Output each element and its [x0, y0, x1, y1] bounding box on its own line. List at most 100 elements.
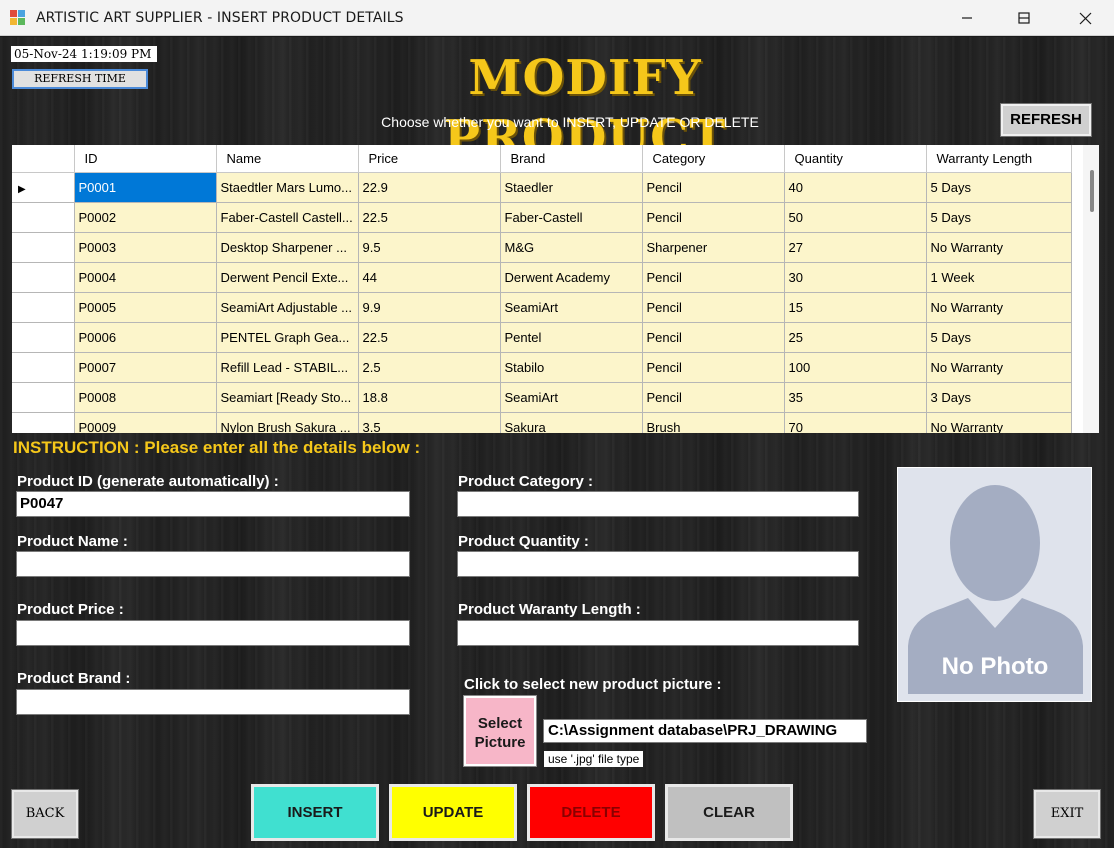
row-header[interactable]: [12, 232, 75, 263]
cell-warranty[interactable]: No Warranty: [926, 292, 1072, 323]
cell-brand[interactable]: SeamiArt: [500, 382, 643, 413]
product-name-field[interactable]: [16, 551, 410, 577]
column-header-quantity[interactable]: Quantity: [784, 145, 927, 173]
cell-quantity[interactable]: 70: [784, 412, 927, 433]
product-quantity-field[interactable]: [457, 551, 859, 577]
cell-category[interactable]: Brush: [642, 412, 785, 433]
exit-button[interactable]: EXIT: [1033, 789, 1101, 839]
cell-category[interactable]: Sharpener: [642, 232, 785, 263]
cell-name[interactable]: SeamiArt Adjustable ...: [216, 292, 359, 323]
cell-brand[interactable]: Staedler: [500, 172, 643, 203]
cell-id[interactable]: P0007: [74, 352, 217, 383]
cell-id[interactable]: P0004: [74, 262, 217, 293]
cell-brand[interactable]: Pentel: [500, 322, 643, 353]
table-row[interactable]: P0003 Desktop Sharpener ... 9.5 M&G Sharpene…: [12, 232, 1072, 263]
cell-name[interactable]: Desktop Sharpener ...: [216, 232, 359, 263]
cell-brand[interactable]: SeamiArt: [500, 292, 643, 323]
product-grid[interactable]: ID Name Price Brand Category Quantity Wa…: [12, 145, 1099, 433]
cell-quantity[interactable]: 15: [784, 292, 927, 323]
row-header[interactable]: [12, 292, 75, 323]
cell-warranty[interactable]: 5 Days: [926, 322, 1072, 353]
cell-warranty[interactable]: No Warranty: [926, 352, 1072, 383]
column-header-price[interactable]: Price: [358, 145, 501, 173]
row-header[interactable]: [12, 382, 75, 413]
cell-warranty[interactable]: 5 Days: [926, 172, 1072, 203]
insert-button[interactable]: INSERT: [251, 784, 379, 841]
cell-brand[interactable]: M&G: [500, 232, 643, 263]
cell-id[interactable]: P0009: [74, 412, 217, 433]
select-picture-button[interactable]: Select Picture: [463, 695, 537, 767]
column-header-id[interactable]: ID: [74, 145, 217, 173]
cell-brand[interactable]: Sakura: [500, 412, 643, 433]
row-header[interactable]: [12, 202, 75, 233]
cell-name[interactable]: Nylon Brush Sakura ...: [216, 412, 359, 433]
cell-brand[interactable]: Faber-Castell: [500, 202, 643, 233]
cell-name[interactable]: Derwent Pencil Exte...: [216, 262, 359, 293]
update-button[interactable]: UPDATE: [389, 784, 517, 841]
cell-category[interactable]: Pencil: [642, 352, 785, 383]
cell-brand[interactable]: Derwent Academy: [500, 262, 643, 293]
column-header-brand[interactable]: Brand: [500, 145, 643, 173]
column-header-category[interactable]: Category: [642, 145, 785, 173]
row-header[interactable]: [12, 322, 75, 353]
table-row[interactable]: P0008 Seamiart [Ready Sto... 18.8 SeamiArt P…: [12, 382, 1072, 413]
grid-scrollbar-thumb[interactable]: [1090, 170, 1094, 212]
cell-category[interactable]: Pencil: [642, 172, 785, 203]
table-row[interactable]: P0004 Derwent Pencil Exte... 44 Derwent Aca…: [12, 262, 1072, 293]
cell-price[interactable]: 2.5: [358, 352, 501, 383]
cell-warranty[interactable]: No Warranty: [926, 412, 1072, 433]
cell-price[interactable]: 44: [358, 262, 501, 293]
cell-price[interactable]: 22.5: [358, 322, 501, 353]
clear-button[interactable]: CLEAR: [665, 784, 793, 841]
product-warranty-field[interactable]: [457, 620, 859, 646]
cell-id[interactable]: P0001: [74, 172, 217, 203]
cell-price[interactable]: 22.5: [358, 202, 501, 233]
cell-price[interactable]: 9.9: [358, 292, 501, 323]
cell-warranty[interactable]: 3 Days: [926, 382, 1072, 413]
cell-price[interactable]: 3.5: [358, 412, 501, 433]
refresh-button[interactable]: REFRESH: [1000, 103, 1092, 137]
product-brand-field[interactable]: [16, 689, 410, 715]
cell-category[interactable]: Pencil: [642, 382, 785, 413]
cell-category[interactable]: Pencil: [642, 292, 785, 323]
cell-id[interactable]: P0006: [74, 322, 217, 353]
cell-id[interactable]: P0002: [74, 202, 217, 233]
cell-name[interactable]: PENTEL Graph Gea...: [216, 322, 359, 353]
cell-quantity[interactable]: 100: [784, 352, 927, 383]
table-row[interactable]: P0006 PENTEL Graph Gea... 22.5 Pentel Pencil…: [12, 322, 1072, 353]
cell-price[interactable]: 9.5: [358, 232, 501, 263]
column-header-warranty[interactable]: Warranty Length: [926, 145, 1072, 173]
maximize-button[interactable]: [996, 0, 1052, 36]
cell-warranty[interactable]: No Warranty: [926, 232, 1072, 263]
product-category-field[interactable]: [457, 491, 859, 517]
column-header-name[interactable]: Name: [216, 145, 359, 173]
cell-name[interactable]: Staedtler Mars Lumo...: [216, 172, 359, 203]
cell-name[interactable]: Seamiart [Ready Sto...: [216, 382, 359, 413]
cell-quantity[interactable]: 40: [784, 172, 927, 203]
cell-quantity[interactable]: 50: [784, 202, 927, 233]
cell-name[interactable]: Faber-Castell Castell...: [216, 202, 359, 233]
table-row[interactable]: P0005 SeamiArt Adjustable ... 9.9 SeamiArt P…: [12, 292, 1072, 323]
cell-id[interactable]: P0008: [74, 382, 217, 413]
cell-quantity[interactable]: 27: [784, 232, 927, 263]
cell-category[interactable]: Pencil: [642, 262, 785, 293]
picture-path-field[interactable]: C:\Assignment database\PRJ_DRAWING: [543, 719, 867, 743]
table-row[interactable]: P0002 Faber-Castell Castell... 22.5 Faber-C…: [12, 202, 1072, 233]
cell-category[interactable]: Pencil: [642, 322, 785, 353]
table-row[interactable]: ▶ P0001 Staedtler Mars Lumo... 22.9 Staedler…: [12, 172, 1072, 203]
back-button[interactable]: BACK: [11, 789, 79, 839]
refresh-time-button[interactable]: REFRESH TIME: [12, 69, 148, 89]
delete-button[interactable]: DELETE: [527, 784, 655, 841]
table-row[interactable]: P0007 Refill Lead - STABIL... 2.5 Stabilo Pe…: [12, 352, 1072, 383]
row-header[interactable]: ▶: [12, 172, 75, 203]
close-button[interactable]: [1056, 0, 1114, 36]
product-price-field[interactable]: [16, 620, 410, 646]
cell-name[interactable]: Refill Lead - STABIL...: [216, 352, 359, 383]
cell-quantity[interactable]: 35: [784, 382, 927, 413]
minimize-button-area[interactable]: [938, 0, 996, 36]
cell-quantity[interactable]: 30: [784, 262, 927, 293]
row-header[interactable]: [12, 262, 75, 293]
table-row[interactable]: P0009 Nylon Brush Sakura ... 3.5 Sakura Brus…: [12, 412, 1072, 433]
cell-category[interactable]: Pencil: [642, 202, 785, 233]
cell-price[interactable]: 18.8: [358, 382, 501, 413]
